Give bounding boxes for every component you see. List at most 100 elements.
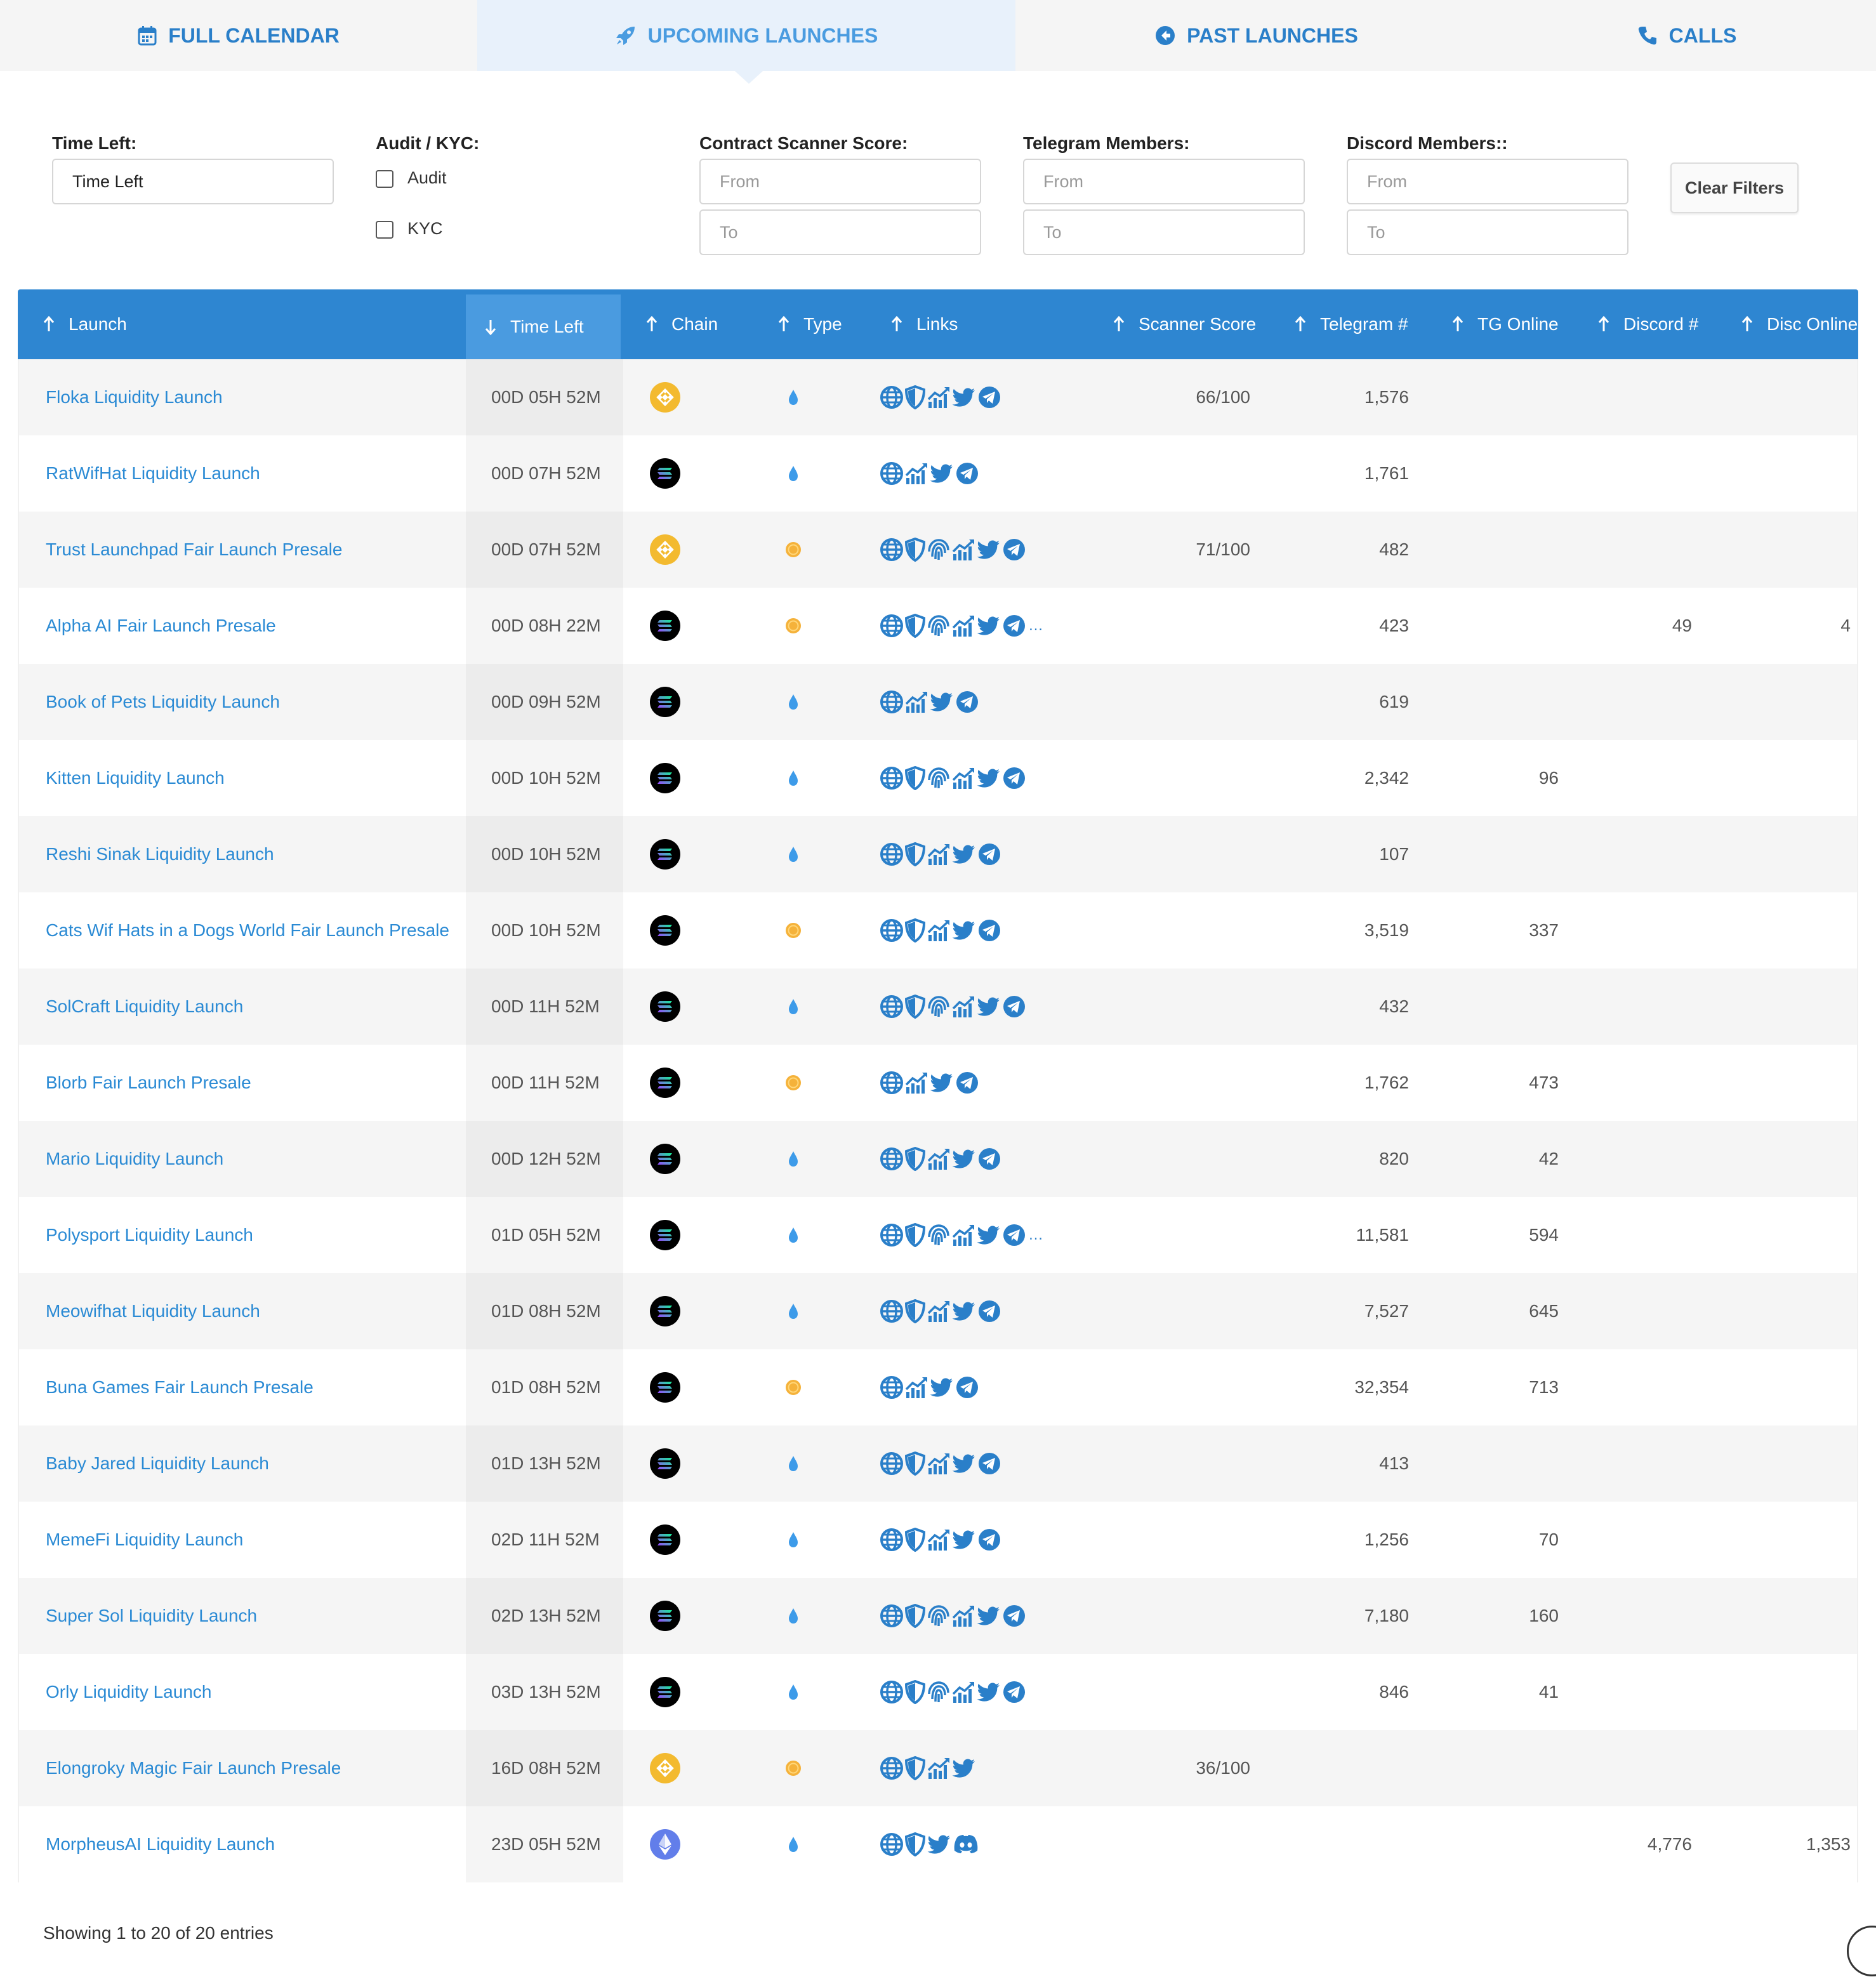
table-row[interactable]: MemeFi Liquidity Launch 02D 11H 52M 1,256 7… (18, 1502, 1858, 1578)
shield-icon[interactable] (904, 614, 926, 638)
launch-name-link[interactable]: Polysport Liquidity Launch (46, 1197, 458, 1273)
table-row[interactable]: RatWifHat Liquidity Launch 00D 07H 52M 1,7… (18, 435, 1858, 512)
launch-name-link[interactable]: Elongroky Magic Fair Launch Presale (46, 1730, 458, 1806)
telegram-icon[interactable] (955, 690, 979, 714)
kyc-checkbox[interactable] (376, 221, 393, 239)
twitter-icon[interactable] (929, 462, 955, 485)
discord-from-input[interactable] (1347, 159, 1628, 204)
twitter-icon[interactable] (976, 1224, 1001, 1247)
chart-icon[interactable] (951, 1223, 975, 1247)
launch-name-link[interactable]: Alpha AI Fair Launch Presale (46, 588, 458, 664)
chart-icon[interactable] (927, 1452, 951, 1476)
table-row[interactable]: Super Sol Liquidity Launch 02D 13H 52M 7,1… (18, 1578, 1858, 1654)
launch-name-link[interactable]: Baby Jared Liquidity Launch (46, 1425, 458, 1502)
twitter-icon[interactable] (927, 1833, 952, 1856)
table-row[interactable]: Book of Pets Liquidity Launch 00D 09H 52M… (18, 664, 1858, 740)
shield-icon[interactable] (904, 1299, 926, 1323)
chart-icon[interactable] (927, 1147, 951, 1171)
chart-icon[interactable] (927, 1528, 951, 1552)
shield-icon[interactable] (904, 842, 926, 866)
launch-name-link[interactable]: SolCraft Liquidity Launch (46, 969, 458, 1045)
telegram-icon[interactable] (977, 842, 1001, 866)
fingerprint-icon[interactable] (927, 995, 951, 1019)
telegram-icon[interactable] (1002, 1223, 1026, 1247)
telegram-icon[interactable] (955, 1375, 979, 1399)
fingerprint-icon[interactable] (927, 538, 951, 562)
telegram-icon[interactable] (977, 1299, 1001, 1323)
col-links-header[interactable]: Links (853, 289, 1069, 359)
launch-name-link[interactable]: Cats Wif Hats in a Dogs World Fair Launc… (46, 892, 458, 969)
shield-icon[interactable] (904, 1604, 926, 1628)
table-row[interactable]: Orly Liquidity Launch 03D 13H 52M 846 41 (18, 1654, 1858, 1730)
chart-icon[interactable] (927, 842, 951, 866)
col-scanner-score-header[interactable]: Scanner Score (1069, 289, 1276, 359)
launch-name-link[interactable]: MorpheusAI Liquidity Launch (46, 1806, 458, 1882)
telegram-to-input[interactable] (1023, 209, 1305, 255)
twitter-icon[interactable] (951, 1452, 977, 1475)
globe-icon[interactable] (880, 995, 904, 1019)
globe-icon[interactable] (880, 1756, 904, 1780)
launch-name-link[interactable]: Trust Launchpad Fair Launch Presale (46, 512, 458, 588)
globe-icon[interactable] (880, 614, 904, 638)
twitter-icon[interactable] (976, 1681, 1001, 1703)
launch-name-link[interactable]: Meowifhat Liquidity Launch (46, 1273, 458, 1349)
discord-icon[interactable] (953, 1834, 979, 1855)
chart-icon[interactable] (951, 766, 975, 790)
twitter-icon[interactable] (951, 919, 977, 942)
globe-icon[interactable] (880, 461, 904, 486)
shield-icon[interactable] (904, 766, 926, 790)
globe-icon[interactable] (880, 538, 904, 562)
twitter-icon[interactable] (951, 1528, 977, 1551)
twitter-icon[interactable] (976, 614, 1001, 637)
chart-icon[interactable] (927, 1299, 951, 1323)
globe-icon[interactable] (880, 1299, 904, 1323)
twitter-icon[interactable] (951, 1757, 977, 1780)
shield-icon[interactable] (904, 1452, 926, 1476)
launch-name-link[interactable]: Reshi Sinak Liquidity Launch (46, 816, 458, 892)
chart-icon[interactable] (904, 1375, 928, 1399)
globe-icon[interactable] (880, 766, 904, 790)
col-launch-header[interactable]: Launch (18, 289, 465, 359)
table-row[interactable]: Meowifhat Liquidity Launch 01D 08H 52M 7,5… (18, 1273, 1858, 1349)
table-row[interactable]: Blorb Fair Launch Presale 00D 11H 52M 1,76… (18, 1045, 1858, 1121)
shield-icon[interactable] (904, 995, 926, 1019)
chart-icon[interactable] (927, 385, 951, 409)
globe-icon[interactable] (880, 1832, 904, 1856)
fingerprint-icon[interactable] (927, 1680, 951, 1704)
shield-icon[interactable] (904, 1147, 926, 1171)
chart-icon[interactable] (951, 614, 975, 638)
shield-icon[interactable] (904, 538, 926, 562)
chart-icon[interactable] (904, 1071, 928, 1095)
launch-name-link[interactable]: Super Sol Liquidity Launch (46, 1578, 458, 1654)
table-row[interactable]: Floka Liquidity Launch 00D 05H 52M 66/100 1… (18, 359, 1858, 435)
twitter-icon[interactable] (929, 691, 955, 713)
clear-filters-button[interactable]: Clear Filters (1670, 162, 1799, 213)
launch-name-link[interactable]: Kitten Liquidity Launch (46, 740, 458, 816)
shield-icon[interactable] (904, 918, 926, 942)
col-disc-online-header[interactable]: Disc Online (1722, 289, 1858, 359)
twitter-icon[interactable] (929, 1376, 955, 1399)
table-row[interactable]: Polysport Liquidity Launch 01D 05H 52M … 11… (18, 1197, 1858, 1273)
telegram-icon[interactable] (977, 1147, 1001, 1171)
table-row[interactable]: Kitten Liquidity Launch 00D 10H 52M 2,342 9… (18, 740, 1858, 816)
launch-name-link[interactable]: Mario Liquidity Launch (46, 1121, 458, 1197)
launch-name-link[interactable]: Orly Liquidity Launch (46, 1654, 458, 1730)
more-links-ellipsis[interactable]: … (1028, 617, 1043, 635)
telegram-icon[interactable] (1002, 614, 1026, 638)
globe-icon[interactable] (880, 1147, 904, 1171)
globe-icon[interactable] (880, 1375, 904, 1399)
audit-checkbox[interactable] (376, 170, 393, 188)
launch-name-link[interactable]: MemeFi Liquidity Launch (46, 1502, 458, 1578)
tab-full-calendar[interactable]: FULL CALENDAR (0, 0, 477, 71)
globe-icon[interactable] (880, 385, 904, 409)
chart-icon[interactable] (927, 918, 951, 942)
more-links-ellipsis[interactable]: … (1028, 1226, 1043, 1244)
twitter-icon[interactable] (951, 1147, 977, 1170)
shield-icon[interactable] (904, 1528, 926, 1552)
col-time-left-header[interactable]: Time Left (466, 294, 621, 359)
globe-icon[interactable] (880, 690, 904, 714)
time-left-filter-input[interactable] (52, 159, 334, 204)
shield-icon[interactable] (904, 385, 926, 409)
twitter-icon[interactable] (951, 386, 977, 409)
tab-upcoming-launches[interactable]: UPCOMING LAUNCHES (477, 0, 1015, 71)
